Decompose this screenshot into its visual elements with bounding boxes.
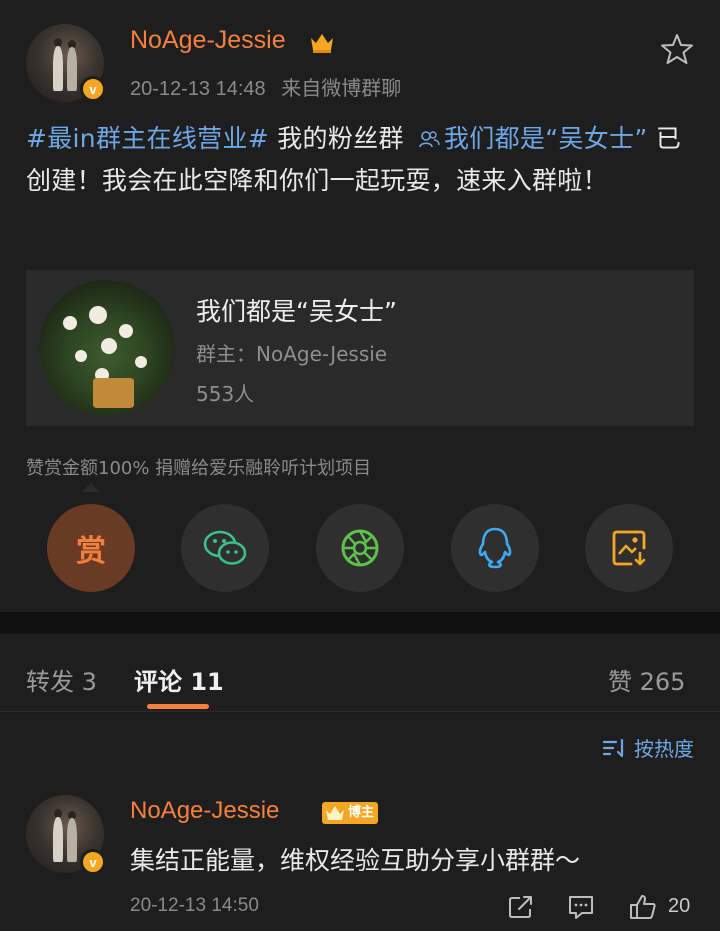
post-time: 20-12-13 14:48 <box>130 78 266 100</box>
comment-time: 20-12-13 14:50 <box>130 895 259 916</box>
active-tab-indicator <box>147 704 209 709</box>
like-icon[interactable] <box>628 893 658 921</box>
sort-label: 按热度 <box>634 737 694 761</box>
post-card: v NoAge-Jessie 20-12-13 14:48 来自微博群聊 #最i… <box>0 0 720 612</box>
donate-note: 赞赏金额100% 捐赠给爱乐融聆听计划项目 <box>26 458 372 479</box>
hashtag-link[interactable]: #最in群主在线营业# <box>26 124 269 153</box>
comment-verified-badge-icon: v <box>80 849 106 875</box>
note-pointer <box>82 483 100 492</box>
share-wechat-button[interactable] <box>181 504 269 592</box>
post-meta: 20-12-13 14:48 来自微博群聊 <box>130 72 401 101</box>
share-qq-button[interactable] <box>451 504 539 592</box>
author-badge: 博主 <box>322 802 379 824</box>
comment-like-count: 20 <box>668 895 691 917</box>
post-source: 来自微博群聊 <box>281 78 402 100</box>
group-card[interactable]: 我们都是“吴女士” 群主：NoAge-Jessie 553人 <box>26 270 694 426</box>
group-image <box>39 280 175 416</box>
save-image-button[interactable] <box>585 504 673 592</box>
favorite-star-icon[interactable] <box>660 32 694 66</box>
comment-text: 集结正能量，维权经验互助分享小群群～ <box>130 846 581 875</box>
comment-user-name[interactable]: NoAge-Jessie <box>130 797 279 825</box>
crown-icon <box>326 806 344 820</box>
interaction-tabs: 转发 3 评论 11 赞 265 <box>0 634 720 712</box>
reward-button[interactable]: 赏 <box>47 504 135 592</box>
qq-icon <box>478 527 512 569</box>
group-link[interactable]: 我们都是“吴女士” <box>444 124 648 153</box>
post-text-part1: 我的粉丝群 <box>269 124 412 153</box>
group-icon <box>419 131 440 148</box>
group-owner: 群主：NoAge-Jessie <box>196 342 388 366</box>
wechat-icon <box>203 530 247 565</box>
save-image-icon <box>612 530 646 566</box>
tab-repost[interactable]: 转发 3 <box>26 662 97 697</box>
share-moments-button[interactable] <box>316 504 404 592</box>
crown-icon <box>311 34 333 53</box>
group-member-count: 553人 <box>196 382 255 406</box>
tab-like[interactable]: 赞 265 <box>608 662 685 697</box>
sort-icon <box>602 738 624 757</box>
reply-icon[interactable] <box>566 893 596 921</box>
post-user-name[interactable]: NoAge-Jessie <box>130 26 286 55</box>
verified-badge-icon: v <box>80 76 106 102</box>
post-text: #最in群主在线营业# 我的粉丝群 我们都是“吴女士” 已创建！我会在此空降和你… <box>26 118 698 202</box>
comments-section: 按热度 v NoAge-Jessie 博主 集结正能量，维权经验互助分享小群群～… <box>0 713 720 931</box>
tab-comment[interactable]: 评论 11 <box>134 662 224 697</box>
moments-icon <box>341 529 379 567</box>
share-comment-icon[interactable] <box>506 893 536 921</box>
section-divider <box>0 612 720 634</box>
sort-button[interactable]: 按热度 <box>602 733 694 762</box>
group-title: 我们都是“吴女士” <box>196 297 397 326</box>
reward-icon: 赏 <box>76 534 106 569</box>
